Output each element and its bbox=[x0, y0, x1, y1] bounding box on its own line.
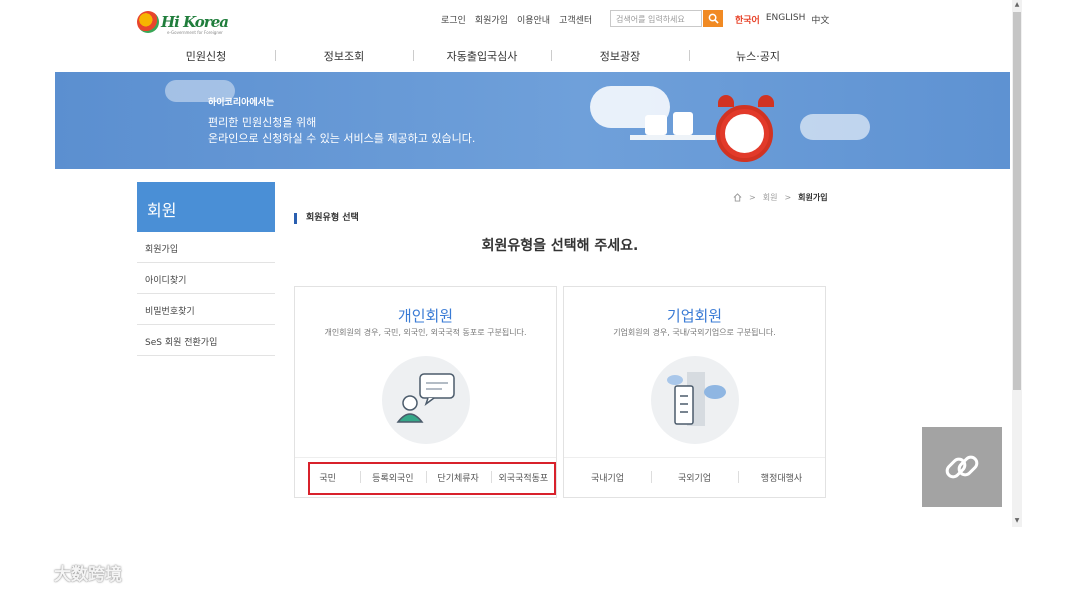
option-domestic-company[interactable]: 국내기업 bbox=[564, 471, 651, 484]
search-button[interactable] bbox=[703, 10, 723, 27]
section-title: 회원유형 선택 bbox=[294, 213, 359, 224]
signup-link[interactable]: 회원가입 bbox=[475, 13, 508, 26]
support-link[interactable]: 고객센터 bbox=[559, 13, 592, 26]
breadcrumb-item[interactable]: 회원 bbox=[763, 192, 778, 203]
clock-bell-icon bbox=[718, 95, 734, 107]
hikorea-logo[interactable]: Hi Korea e-Government for Foreigner bbox=[137, 11, 229, 35]
page-heading: 회원유형을 선택해 주세요. bbox=[481, 238, 639, 254]
card-title: 기업회원 bbox=[666, 307, 723, 325]
nav-item-civil-petition[interactable]: 민원신청 bbox=[137, 48, 275, 64]
banner-line: 편리한 민원신청을 위해 bbox=[208, 116, 317, 129]
banner-kicker: 하이코리아에서는 bbox=[208, 98, 275, 108]
watermark-logo-icon bbox=[11, 564, 48, 581]
option-foreign-company[interactable]: 국외기업 bbox=[651, 471, 738, 484]
building-icon bbox=[651, 356, 739, 444]
lang-english[interactable]: ENGLISH bbox=[766, 13, 806, 26]
page: Hi Korea e-Government for Foreigner 로그인 … bbox=[0, 0, 1080, 591]
chevron-right-icon: > bbox=[784, 193, 792, 202]
nav-item-info-lookup[interactable]: 정보조회 bbox=[275, 48, 413, 64]
banner-text: 편리한 민원신청을 위해 온라인으로 신청하실 수 있는 서비스를 제공하고 있… bbox=[208, 115, 475, 147]
highlight-box bbox=[308, 462, 556, 495]
scroll-down-icon[interactable]: ▼ bbox=[1012, 516, 1022, 526]
sidebar-menu: 회원가입 아이디찾기 비밀번호찾기 SeS 회원 전환가입 bbox=[137, 232, 275, 356]
plant-pot-icon bbox=[645, 115, 667, 135]
main-nav: 민원신청 정보조회 자동출입국심사 정보광장 뉴스·공지 bbox=[137, 48, 827, 64]
breadcrumb-current: 회원가입 bbox=[798, 193, 828, 202]
guide-link[interactable]: 이용안내 bbox=[517, 13, 550, 26]
logo-subtitle: e-Government for Foreigner bbox=[167, 30, 223, 35]
watermark: 大数跨境 bbox=[10, 560, 122, 585]
alarm-clock-icon bbox=[716, 105, 773, 162]
cloud-decoration bbox=[800, 114, 870, 140]
lang-chinese[interactable]: 中文 bbox=[811, 13, 829, 26]
watermark-text: 大数跨境 bbox=[54, 565, 122, 585]
person-chat-icon bbox=[382, 356, 470, 444]
card-description: 기업회원의 경우, 국내/국외기업으로 구분됩니다. bbox=[613, 328, 776, 337]
option-admin-agency[interactable]: 행정대행사 bbox=[738, 471, 825, 484]
chevron-right-icon: > bbox=[749, 193, 756, 202]
corporate-member-card: 기업회원 기업회원의 경우, 국내/국외기업으로 구분됩니다. 국내기업 국외기… bbox=[563, 286, 826, 498]
banner-line: 온라인으로 신청하실 수 있는 서비스를 제공하고 있습니다. bbox=[208, 132, 476, 145]
sidebar-title: 회원 bbox=[137, 182, 275, 232]
hero-banner: 하이코리아에서는 편리한 민원신청을 위해 온라인으로 신청하실 수 있는 서비… bbox=[55, 72, 1010, 169]
nav-item-info-plaza[interactable]: 정보광장 bbox=[551, 48, 689, 64]
scroll-up-icon[interactable]: ▲ bbox=[1012, 0, 1022, 10]
search-icon bbox=[708, 13, 719, 24]
logo-text: Hi Korea bbox=[161, 13, 229, 31]
utility-nav: 로그인 회원가입 이용안내 고객센터 bbox=[441, 13, 592, 26]
scrollbar-thumb[interactable] bbox=[1013, 12, 1021, 390]
nav-item-auto-immigration[interactable]: 자동출입국심사 bbox=[413, 48, 551, 64]
card-description: 개인회원의 경우, 국민, 외국인, 외국국적 동포로 구분됩니다. bbox=[324, 328, 527, 337]
nav-item-news[interactable]: 뉴스·공지 bbox=[689, 48, 827, 64]
breadcrumb: > 회원 > 회원가입 bbox=[733, 192, 828, 203]
logo-icon bbox=[137, 11, 159, 33]
sidebar-item-signup[interactable]: 회원가입 bbox=[137, 232, 275, 263]
plant-pot-icon bbox=[673, 112, 693, 135]
clock-bell-icon bbox=[758, 95, 774, 107]
language-switch: 한국어 ENGLISH 中文 bbox=[735, 13, 829, 26]
search-input[interactable]: 검색어를 입력하세요 bbox=[610, 10, 702, 27]
sidebar-item-find-id[interactable]: 아이디찾기 bbox=[137, 263, 275, 294]
sidebar-item-ses-convert[interactable]: SeS 회원 전환가입 bbox=[137, 325, 275, 356]
sidebar-item-find-password[interactable]: 비밀번호찾기 bbox=[137, 294, 275, 325]
card-title: 개인회원 bbox=[397, 307, 454, 325]
login-link[interactable]: 로그인 bbox=[441, 13, 466, 26]
corporate-member-options: 국내기업 국외기업 행정대행사 bbox=[564, 457, 825, 497]
lang-korean[interactable]: 한국어 bbox=[735, 13, 760, 26]
link-icon bbox=[945, 455, 979, 479]
share-link-button[interactable] bbox=[922, 427, 1002, 507]
home-icon[interactable] bbox=[733, 193, 742, 202]
shelf-decoration bbox=[630, 135, 715, 140]
